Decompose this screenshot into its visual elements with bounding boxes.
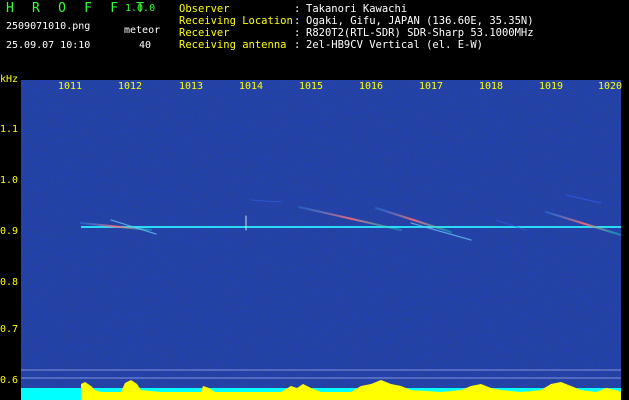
location-label: Receiving Location (179, 15, 293, 27)
time-axis: 1011 1012 1013 1014 1015 1016 1017 1018 … (0, 78, 629, 94)
receiver-value: R820T2(RTL-SDR) SDR-Sharp 53.1000MHz (306, 27, 534, 39)
antenna-label: Receiving antenna (179, 39, 287, 51)
freq-tick: 0.6 (0, 375, 19, 386)
freq-tick: 0.7 (0, 324, 19, 335)
receiver-label: Receiver (179, 27, 230, 39)
time-tick: 1018 (478, 81, 504, 92)
location-colon: : (294, 15, 301, 27)
file-name: 2509071010.png (6, 21, 91, 32)
observer-label: Observer (179, 3, 230, 15)
time-tick: 1014 (238, 81, 264, 92)
time-tick: 1012 (117, 81, 143, 92)
date-time: 25.09.07 10:10 (6, 40, 91, 51)
freq-tick: 0.9 (0, 226, 19, 237)
freq-tick: 1.0 (0, 175, 19, 186)
time-tick: 1019 (538, 81, 564, 92)
noise-texture (21, 80, 621, 400)
time-tick: 1015 (298, 81, 324, 92)
time-tick: 1016 (358, 81, 384, 92)
meteor-count: 40 (139, 40, 152, 51)
time-tick: 1017 (418, 81, 444, 92)
observer-colon: : (294, 3, 301, 15)
header-panel: H R O F F T 1.0.0 2509071010.png meteor … (0, 0, 629, 78)
antenna-value: 2el-HB9CV Vertical (el. E-W) (306, 39, 484, 51)
receiver-colon: : (294, 27, 301, 39)
time-tick: 1020 (597, 81, 623, 92)
freq-tick: 0.8 (0, 277, 19, 288)
time-tick: 1011 (57, 81, 83, 92)
spectrogram-canvas (21, 80, 621, 400)
app-version: 1.0.0 (125, 3, 156, 14)
meteor-count-label: meteor (124, 25, 161, 36)
time-tick: 1013 (178, 81, 204, 92)
location-value: Ogaki, Gifu, JAPAN (136.60E, 35.35N) (306, 15, 534, 27)
antenna-colon: : (294, 39, 301, 51)
freq-tick: 1.1 (0, 124, 19, 135)
spectrogram-plot (21, 80, 621, 400)
observer-value: Takanori Kawachi (306, 3, 408, 15)
